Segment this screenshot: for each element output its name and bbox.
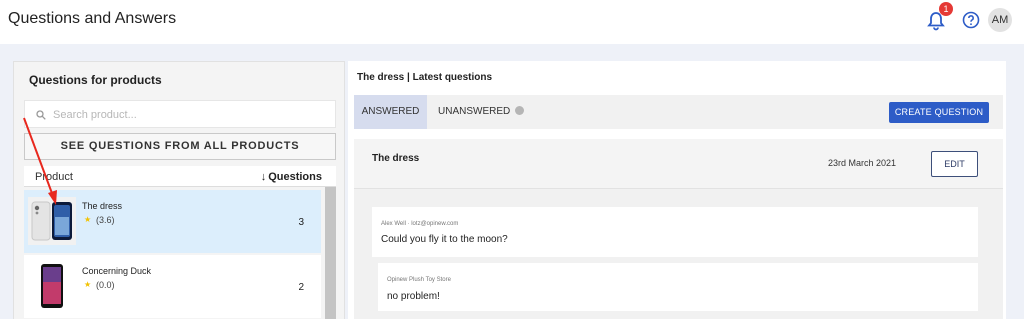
questions-panel: The dress | Latest questions ANSWERED UN… <box>348 61 1006 319</box>
question-product-title: The dress <box>372 153 420 164</box>
all-products-button[interactable]: SEE QUESTIONS FROM ALL PRODUCTS <box>24 133 336 160</box>
tab-unanswered[interactable]: UNANSWERED <box>438 95 525 129</box>
search-icon <box>36 110 46 120</box>
product-thumbnail <box>28 262 76 310</box>
list-item[interactable]: The dress ★ (3.6) 3 <box>24 190 321 253</box>
column-questions-label: Questions <box>268 171 322 183</box>
page-title: Questions and Answers <box>8 10 177 27</box>
answer-author: Opinew Plush Toy Store <box>387 277 451 283</box>
question-header: The dress 23rd March 2021 EDIT <box>354 139 1003 189</box>
product-rating: (3.6) <box>96 215 115 225</box>
question-text: Could you fly it to the moon? <box>381 234 508 245</box>
product-list: The dress ★ (3.6) 3 Concerning Duck ★ (0… <box>24 187 336 319</box>
list-item[interactable]: Concerning Duck ★ (0.0) 2 <box>24 255 321 318</box>
product-name: The dress <box>82 201 123 211</box>
panel-title: Questions for products <box>29 73 162 87</box>
column-product: Product <box>35 171 73 183</box>
tab-answered[interactable]: ANSWERED <box>354 95 427 129</box>
sort-down-icon: ↓ <box>260 171 267 183</box>
question-card: Alex Well · lotz@opinew.com Could you fl… <box>372 207 978 257</box>
star-icon: ★ <box>84 280 92 289</box>
notification-badge: 1 <box>939 2 953 16</box>
question-count: 3 <box>298 217 304 228</box>
answer-card: Opinew Plush Toy Store no problem! <box>378 263 978 311</box>
search-input[interactable] <box>53 107 323 123</box>
avatar[interactable]: AM <box>988 8 1012 32</box>
list-scrollbar[interactable] <box>325 187 336 319</box>
create-question-button[interactable]: CREATE QUESTION <box>889 102 989 123</box>
question-count: 2 <box>298 282 304 293</box>
question-section: The dress 23rd March 2021 EDIT Alex Well… <box>354 139 1003 319</box>
product-name: Concerning Duck <box>82 266 152 276</box>
products-panel: Questions for products SEE QUESTIONS FRO… <box>13 61 345 319</box>
help-icon[interactable] <box>962 11 980 29</box>
edit-button[interactable]: EDIT <box>931 151 978 177</box>
question-date: 23rd March 2021 <box>828 158 897 168</box>
top-bar: Questions and Answers 1 AM <box>0 0 1024 44</box>
unanswered-count-dot <box>515 105 525 115</box>
search-box[interactable] <box>24 100 336 128</box>
star-icon: ★ <box>84 215 92 224</box>
breadcrumb: The dress | Latest questions <box>357 72 493 83</box>
product-thumbnail <box>28 197 76 245</box>
question-author: Alex Well · lotz@opinew.com <box>381 221 459 227</box>
tab-unanswered-label: UNANSWERED <box>438 106 511 117</box>
product-rating: (0.0) <box>96 280 115 290</box>
column-questions-sort[interactable]: ↓ Questions <box>261 171 322 183</box>
product-list-header: Product ↓ Questions <box>24 166 336 187</box>
answer-text: no problem! <box>387 291 440 302</box>
